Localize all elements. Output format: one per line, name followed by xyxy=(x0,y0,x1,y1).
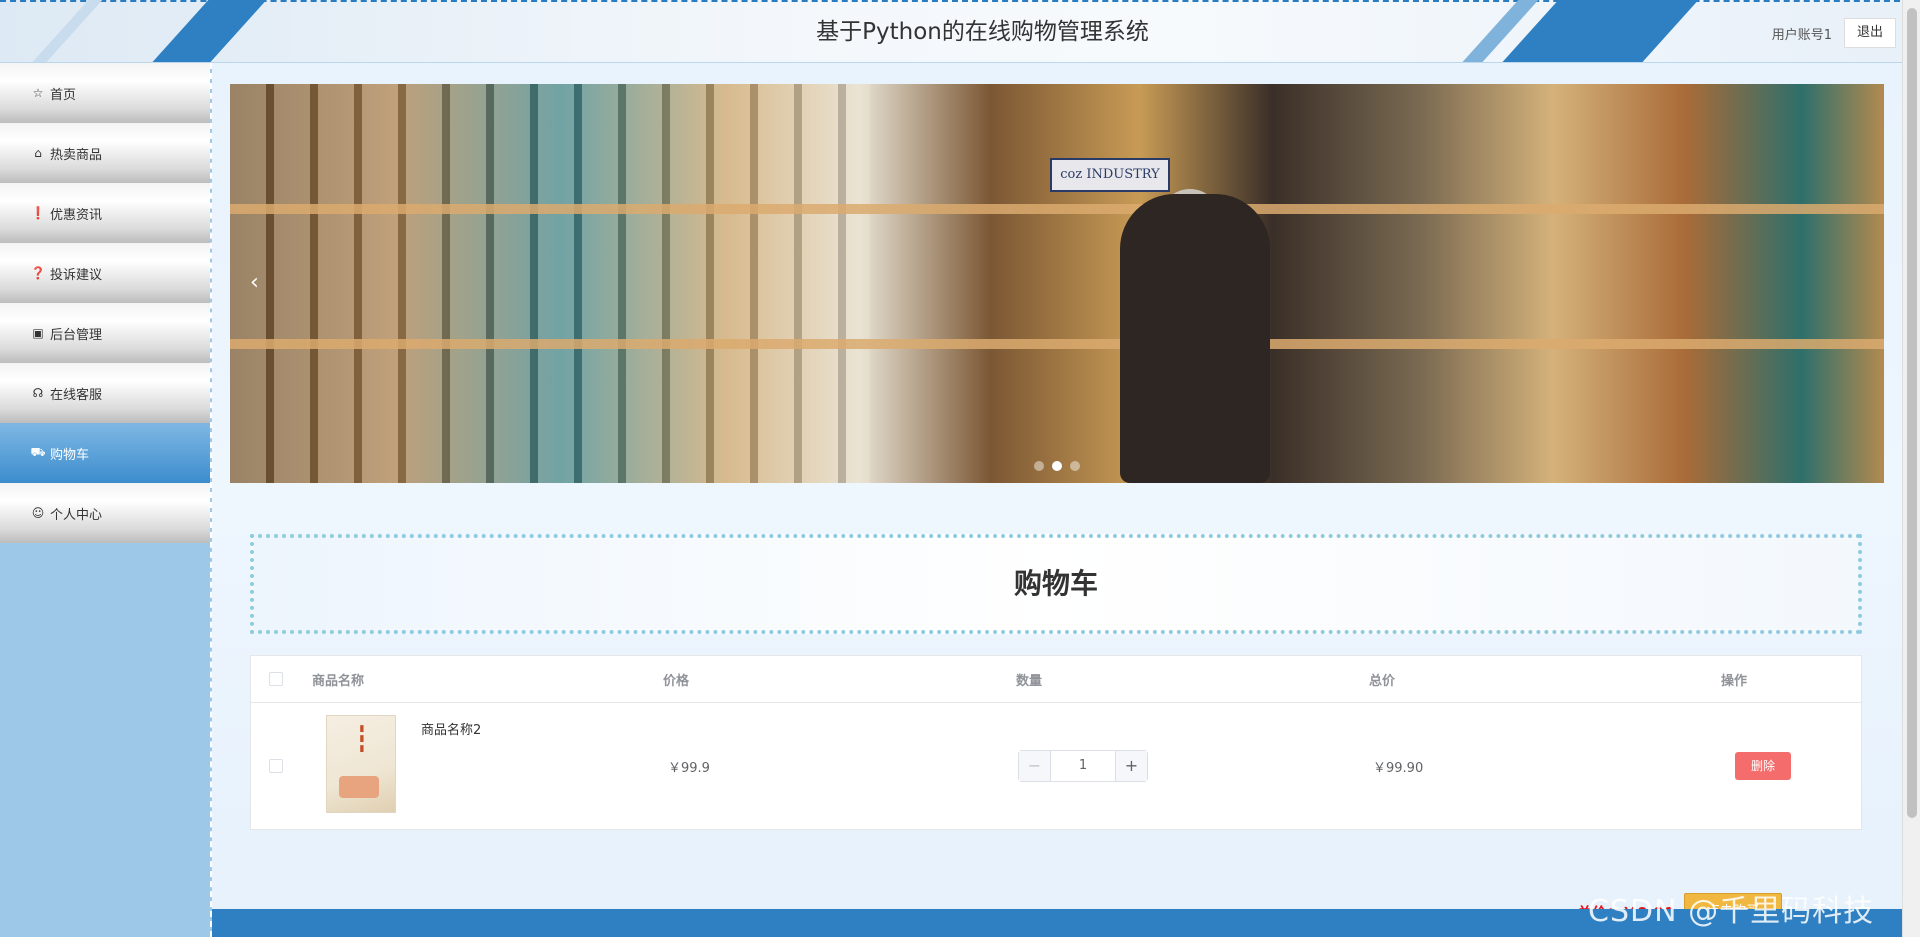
carousel-dot[interactable] xyxy=(1034,461,1044,471)
sidebar-item-label: 热卖商品 xyxy=(50,147,103,163)
carousel-banner[interactable]: coz INDUSTRY ‹ xyxy=(230,84,1884,483)
sidebar-item-label: 后台管理 xyxy=(50,327,103,343)
sidebar-item-label: 首页 xyxy=(50,87,77,103)
headset-icon: ☊ xyxy=(32,386,44,400)
select-all-checkbox[interactable] xyxy=(269,672,283,686)
sidebar-item-admin[interactable]: ▣ 后台管理 xyxy=(0,303,210,363)
product-cover-art xyxy=(339,776,379,798)
column-header-total: 总价 xyxy=(1369,673,1396,689)
product-cover-art: ▮▮▮ xyxy=(357,724,367,754)
banner-person xyxy=(1120,194,1270,483)
scrollbar-thumb[interactable] xyxy=(1907,8,1917,818)
main-content: coz INDUSTRY ‹ 购物车 商品名称 价格 数量 总价 操作 ▮▮▮ … xyxy=(212,63,1902,937)
column-header-qty: 数量 xyxy=(1016,673,1043,689)
sidebar: ☆ 首页 ⌂ 热卖商品 ❗ 优惠资讯 ❓ 投诉建议 ▣ 后台管理 ☊ 在线客服 … xyxy=(0,63,212,937)
sidebar-item-hot-products[interactable]: ⌂ 热卖商品 xyxy=(0,123,210,183)
table-row: ▮▮▮ 商品名称2 ￥99.9 − 1 + ￥99.90 删除 xyxy=(251,703,1861,829)
cart-table: 商品名称 价格 数量 总价 操作 ▮▮▮ 商品名称2 ￥99.9 − 1 + ￥… xyxy=(250,655,1862,830)
sidebar-item-label: 投诉建议 xyxy=(50,267,103,283)
product-price: ￥99.9 xyxy=(668,760,710,776)
sidebar-item-feedback[interactable]: ❓ 投诉建议 xyxy=(0,243,210,303)
sidebar-item-label: 个人中心 xyxy=(50,507,103,523)
cart-title: 购物车 xyxy=(250,534,1862,634)
user-icon: ☺ xyxy=(31,506,45,520)
carousel-dot[interactable] xyxy=(1070,461,1080,471)
column-header-name: 商品名称 xyxy=(312,673,365,689)
delete-button[interactable]: 删除 xyxy=(1735,752,1791,780)
calendar-icon: ▣ xyxy=(32,326,44,340)
star-icon: ☆ xyxy=(32,86,44,100)
cart-table-header: 商品名称 价格 数量 总价 操作 xyxy=(251,656,1861,703)
cart-icon: ⛟ xyxy=(30,445,46,459)
carousel-dot-active[interactable] xyxy=(1052,461,1062,471)
banner-shelf xyxy=(230,204,1884,214)
column-header-price: 价格 xyxy=(663,673,690,689)
banner-shelf xyxy=(230,339,1884,349)
column-header-operation: 操作 xyxy=(1721,673,1748,689)
sidebar-item-profile[interactable]: ☺ 个人中心 xyxy=(0,483,210,543)
quantity-input[interactable]: 1 xyxy=(1051,751,1115,781)
quantity-increase-button[interactable]: + xyxy=(1115,751,1147,781)
product-name: 商品名称2 xyxy=(421,723,482,738)
bag-icon: ⌂ xyxy=(34,146,42,160)
sidebar-item-label: 购物车 xyxy=(50,447,90,463)
banner-shelves xyxy=(230,84,870,483)
question-icon: ❓ xyxy=(30,266,46,280)
page-scrollbar[interactable] xyxy=(1902,0,1920,937)
product-total: ￥99.90 xyxy=(1373,760,1424,776)
header-bar: 基于Python的在线购物管理系统 用户账号1 退出 xyxy=(0,0,1920,63)
sidebar-item-home[interactable]: ☆ 首页 xyxy=(0,63,210,123)
logout-button[interactable]: 退出 xyxy=(1844,18,1896,48)
page-title: 基于Python的在线购物管理系统 xyxy=(816,19,1149,45)
sidebar-item-label: 在线客服 xyxy=(50,387,103,403)
sidebar-item-label: 优惠资讯 xyxy=(50,207,103,223)
quantity-decrease-button[interactable]: − xyxy=(1019,751,1051,781)
user-account-label: 用户账号1 xyxy=(1771,28,1832,43)
info-icon: ❗ xyxy=(30,206,46,220)
banner-shop-sign: coz INDUSTRY xyxy=(1050,158,1170,192)
carousel-prev-arrow-icon[interactable]: ‹ xyxy=(250,270,259,295)
row-checkbox[interactable] xyxy=(269,759,283,773)
product-thumbnail: ▮▮▮ xyxy=(326,715,396,813)
sidebar-item-support[interactable]: ☊ 在线客服 xyxy=(0,363,210,423)
sidebar-item-cart[interactable]: ⛟ 购物车 xyxy=(0,423,210,483)
watermark: CSDN @千里码科技 xyxy=(1588,894,1875,929)
quantity-stepper: − 1 + xyxy=(1018,750,1148,782)
carousel-indicators xyxy=(230,461,1884,471)
sidebar-item-promotions[interactable]: ❗ 优惠资讯 xyxy=(0,183,210,243)
